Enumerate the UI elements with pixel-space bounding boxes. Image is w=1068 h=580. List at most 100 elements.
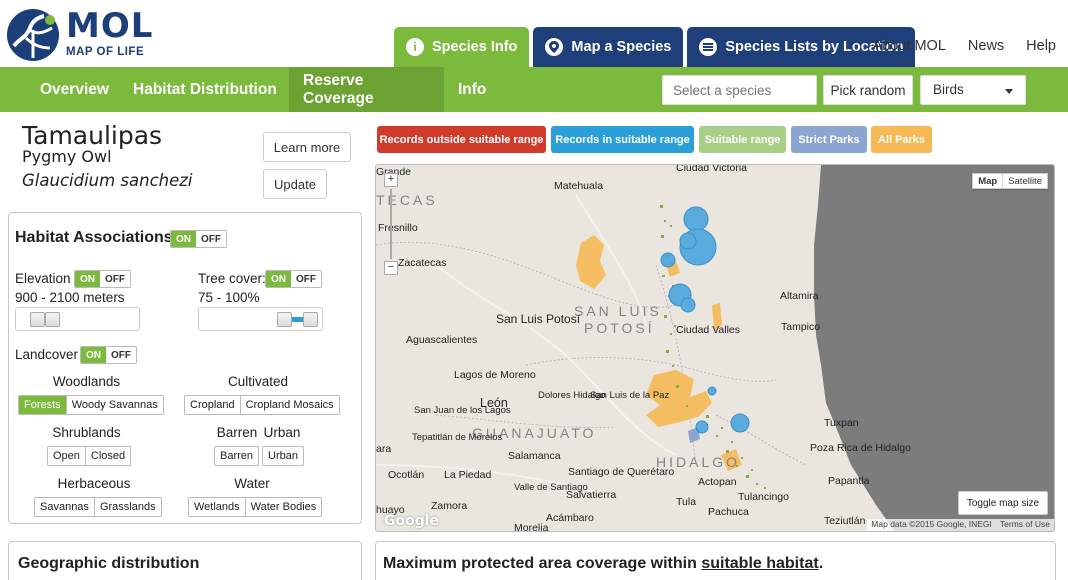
zoom-in-button[interactable]: + xyxy=(384,173,398,187)
place-label: Tampico xyxy=(781,321,821,333)
subnav-reserve-coverage[interactable]: Reserve Coverage xyxy=(289,67,444,112)
place-label: Zacatecas xyxy=(398,257,447,269)
species-common-name-line2: Pygmy Owl xyxy=(22,147,112,166)
subnav-overview[interactable]: Overview xyxy=(26,67,123,112)
landcover-label: Landcover xyxy=(15,347,79,362)
option-open[interactable]: Open xyxy=(48,447,86,465)
option-urban[interactable]: Urban xyxy=(263,447,303,465)
option-wetlands[interactable]: Wetlands xyxy=(189,498,246,516)
update-button[interactable]: Update xyxy=(263,169,327,199)
legend-records-in-range[interactable]: Records in suitable range xyxy=(551,126,694,153)
map-type-control: Map Satellite xyxy=(972,173,1048,189)
elevation-toggle[interactable]: ON OFF xyxy=(74,270,131,288)
option-barren[interactable]: Barren xyxy=(215,447,258,465)
zoom-track[interactable] xyxy=(390,189,392,259)
place-label: Tulancingo xyxy=(738,491,789,503)
about-link[interactable]: About MOL xyxy=(873,38,946,54)
tab-map-a-species[interactable]: Map a Species xyxy=(533,27,684,67)
legend-suitable-range[interactable]: Suitable range xyxy=(699,126,786,153)
place-label: Ciudad Valles xyxy=(676,324,741,336)
place-label: Aguascalientes xyxy=(406,334,478,346)
globe-icon xyxy=(7,9,59,61)
place-label: Valle de Santiago xyxy=(514,482,588,493)
option-woody-savannas[interactable]: Woody Savannas xyxy=(67,396,163,414)
place-label: Morelia xyxy=(514,522,549,532)
cultivated-title: Cultivated xyxy=(227,374,289,389)
logo-text: MOL xyxy=(66,6,154,46)
top-tabs: i Species Info Map a Species Species Lis… xyxy=(394,27,919,67)
taxon-value: Birds xyxy=(933,82,964,97)
coverage-suffix: . xyxy=(818,555,824,572)
place-label: Zamora xyxy=(431,500,468,512)
subnav-info[interactable]: Info xyxy=(444,67,500,112)
slider-handle-max[interactable] xyxy=(303,312,318,327)
help-link[interactable]: Help xyxy=(1026,38,1056,54)
map-attribution: Map data ©2015 Google, INEGI Terms of Us… xyxy=(867,519,1054,531)
legend-all-parks[interactable]: All Parks xyxy=(871,126,932,153)
slider-handle-max[interactable] xyxy=(45,312,60,327)
tree-cover-slider[interactable] xyxy=(198,307,323,331)
taxon-select[interactable]: Birds xyxy=(920,75,1026,105)
urban-options: Urban xyxy=(262,446,304,466)
elevation-slider[interactable] xyxy=(15,307,140,331)
shrublands-options: Open Closed xyxy=(47,446,132,466)
toggle-on: ON xyxy=(266,271,291,287)
cultivated-options: Cropland Cropland Mosaics xyxy=(184,395,340,415)
toggle-on: ON xyxy=(81,347,106,363)
place-label: Altamira xyxy=(780,290,819,302)
landcover-toggle[interactable]: ON OFF xyxy=(80,346,137,364)
tree-cover-label: Tree cover: xyxy=(198,271,266,286)
learn-more-button[interactable]: Learn more xyxy=(263,132,351,162)
subnav-habitat-distribution[interactable]: Habitat Distribution xyxy=(119,67,291,112)
list-icon xyxy=(699,38,718,56)
tree-cover-toggle[interactable]: ON OFF xyxy=(265,270,322,288)
shrublands-title: Shrublands xyxy=(52,425,121,440)
geo-distribution-title: Geographic distribution xyxy=(18,555,200,572)
option-cropland-mosaics[interactable]: Cropland Mosaics xyxy=(241,396,339,414)
place-label: Acámbaro xyxy=(546,512,594,524)
option-forests[interactable]: Forests xyxy=(19,396,67,414)
place-label: Tuxpan xyxy=(824,417,859,429)
water-options: Wetlands Water Bodies xyxy=(188,497,323,517)
attribution-text: Map data ©2015 Google, INEGI xyxy=(871,519,992,529)
species-map[interactable]: TECAS SAN LUIS POTOSÍ GUANAJUATO HIDALGO… xyxy=(375,164,1055,532)
option-water-bodies[interactable]: Water Bodies xyxy=(246,498,322,516)
barren-options: Barren xyxy=(214,446,260,466)
option-cropland[interactable]: Cropland xyxy=(185,396,241,414)
woodlands-options: Forests Woody Savannas xyxy=(18,395,164,415)
legend-strict-parks[interactable]: Strict Parks xyxy=(791,126,867,153)
geographic-distribution-panel: Geographic distribution xyxy=(8,541,362,580)
toggle-off: OFF xyxy=(106,347,136,363)
place-label: San Luis de la Paz xyxy=(590,390,670,401)
toggle-map-size-button[interactable]: Toggle map size xyxy=(958,491,1048,515)
slider-handle-min[interactable] xyxy=(30,312,45,327)
coverage-panel: Maximum protected area coverage within s… xyxy=(375,541,1056,580)
suitable-habitat-link[interactable]: suitable habitat xyxy=(701,555,818,572)
place-label: Teziutlán xyxy=(824,515,866,527)
species-scientific-name: Glaucidium sanchezi xyxy=(22,171,193,190)
news-link[interactable]: News xyxy=(968,38,1004,54)
herbaceous-options: Savannas Grasslands xyxy=(34,497,162,517)
option-grasslands[interactable]: Grasslands xyxy=(95,498,161,516)
zoom-out-button[interactable]: − xyxy=(384,261,398,275)
map-marker-icon xyxy=(545,38,564,56)
option-savannas[interactable]: Savannas xyxy=(35,498,95,516)
legend-records-outside[interactable]: Records outside suitable range xyxy=(377,126,546,153)
place-label: Salvatierra xyxy=(566,489,617,501)
coverage-prefix: Maximum protected area coverage within xyxy=(383,555,702,572)
place-label: Tula xyxy=(676,496,697,508)
map-type-map[interactable]: Map xyxy=(973,174,1002,188)
mol-logo[interactable]: MOL MAP OF LIFE xyxy=(6,6,156,62)
map-type-satellite[interactable]: Satellite xyxy=(1002,174,1047,188)
toggle-off: OFF xyxy=(100,271,130,287)
slider-handle-min[interactable] xyxy=(277,312,292,327)
subnav: Overview Habitat Distribution Reserve Co… xyxy=(0,67,1068,112)
option-closed[interactable]: Closed xyxy=(86,447,130,465)
species-search-input[interactable] xyxy=(662,75,817,105)
terms-link[interactable]: Terms of Use xyxy=(996,519,1054,531)
pick-random-button[interactable]: Pick random xyxy=(823,75,913,105)
tab-species-info[interactable]: i Species Info xyxy=(394,27,530,67)
toggle-on: ON xyxy=(75,271,100,287)
barren-title: Barren xyxy=(216,425,258,440)
habitat-toggle[interactable]: ON OFF xyxy=(170,230,227,248)
